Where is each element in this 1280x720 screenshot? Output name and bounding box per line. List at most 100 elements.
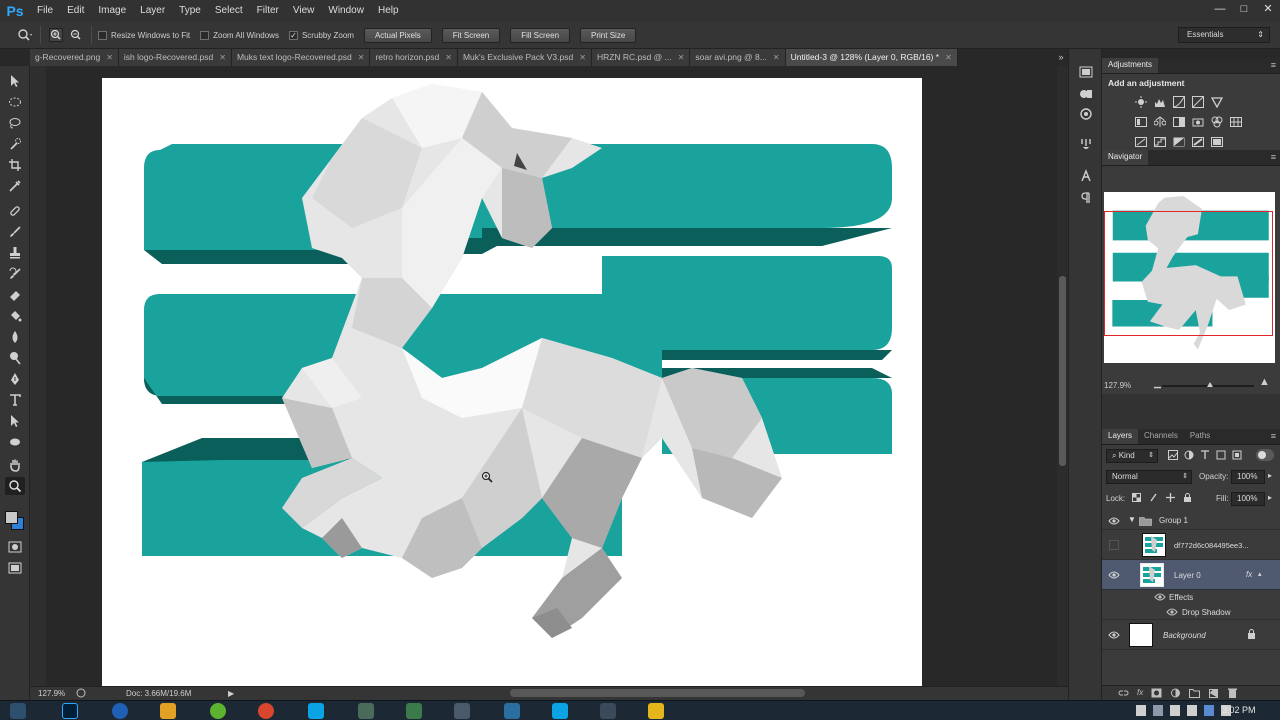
zoom-in-icon[interactable] <box>47 26 65 44</box>
path-selection-tool-icon[interactable] <box>5 412 25 430</box>
blend-mode-select[interactable]: Normal ⇕ <box>1106 470 1192 484</box>
blur-tool-icon[interactable] <box>5 328 25 346</box>
posterize-icon[interactable] <box>1151 135 1168 149</box>
display-icon[interactable] <box>1153 705 1163 716</box>
menu-select[interactable]: Select <box>208 0 250 22</box>
menu-layer[interactable]: Layer <box>133 0 172 22</box>
move-tool-icon[interactable] <box>5 72 25 90</box>
document-canvas[interactable] <box>102 78 922 686</box>
document-tab[interactable]: HRZN RC.psd @ ... ✕ <box>591 49 691 66</box>
layer-row-image[interactable]: df772d6c084495ee3... <box>1102 530 1280 560</box>
canvas-area[interactable] <box>30 66 1068 686</box>
app-taskbar-icon[interactable] <box>406 703 422 719</box>
eyedropper-tool-icon[interactable] <box>5 177 25 195</box>
slider-knob[interactable] <box>1207 382 1213 387</box>
zoom-tool-icon[interactable] <box>5 477 25 495</box>
navigator-zoom-value[interactable]: 127.9% <box>1104 381 1131 390</box>
photo-filter-icon[interactable] <box>1189 115 1206 129</box>
lock-transparent-icon[interactable] <box>1132 493 1141 502</box>
menu-view[interactable]: View <box>286 0 322 22</box>
lock-all-icon[interactable] <box>1183 493 1192 502</box>
zoom-in-small-icon[interactable]: ▲ <box>1259 376 1270 388</box>
document-tab[interactable]: Muk's Exclusive Pack V3.psd ✕ <box>457 49 592 66</box>
zoom-all-windows-checkbox[interactable]: Zoom All Windows <box>200 30 279 40</box>
filter-shape-icon[interactable] <box>1216 450 1226 460</box>
brush-presets-icon[interactable] <box>1076 135 1096 153</box>
close-icon[interactable]: ✕ <box>773 49 780 66</box>
layer-effect-drop-shadow-row[interactable]: Drop Shadow <box>1102 605 1280 620</box>
vertical-scrollbar[interactable] <box>1057 66 1068 686</box>
layer-effects-row[interactable]: Effects <box>1102 590 1280 605</box>
eye-icon[interactable] <box>1108 570 1120 580</box>
toggle-knob[interactable] <box>1258 451 1266 459</box>
lasso-tool-icon[interactable] <box>5 114 25 132</box>
link-layers-icon[interactable] <box>1118 688 1129 698</box>
document-tab[interactable]: retro horizon.psd ✕ <box>370 49 458 66</box>
new-group-icon[interactable] <box>1189 688 1201 698</box>
menu-type[interactable]: Type <box>172 0 208 22</box>
close-icon[interactable]: ✕ <box>579 49 586 66</box>
close-icon[interactable]: ✕ <box>358 49 365 66</box>
close-icon[interactable]: ✕ <box>678 49 685 66</box>
color-swatches[interactable] <box>4 510 26 532</box>
history-panel-icon[interactable] <box>1076 63 1096 81</box>
color-panel-icon[interactable] <box>1076 85 1096 103</box>
document-tab[interactable]: g-Recovered.png ✕ <box>30 49 119 66</box>
spotify-taskbar-icon[interactable] <box>210 703 226 719</box>
status-menu-arrow-icon[interactable]: ▶ <box>228 689 234 698</box>
tray-app-icon[interactable] <box>1204 705 1214 716</box>
hue-saturation-icon[interactable] <box>1132 115 1149 129</box>
tab-paths[interactable]: Paths <box>1184 429 1216 444</box>
zoom-out-small-icon[interactable]: ▁ <box>1154 378 1161 389</box>
tab-channels[interactable]: Channels <box>1138 429 1184 444</box>
eye-icon[interactable] <box>1108 516 1120 526</box>
panel-menu-icon[interactable]: ≡ <box>1271 152 1276 162</box>
menu-filter[interactable]: Filter <box>250 0 286 22</box>
hand-tool-icon[interactable] <box>5 456 25 474</box>
fill-input[interactable]: 100% <box>1231 492 1265 506</box>
volume-icon[interactable] <box>1187 705 1197 716</box>
document-tab[interactable]: soar avi.png @ 8... ✕ <box>690 49 786 66</box>
filter-adjustment-icon[interactable] <box>1184 450 1194 460</box>
threshold-icon[interactable] <box>1170 135 1187 149</box>
gradient-map-icon[interactable] <box>1189 135 1206 149</box>
channel-mixer-icon[interactable] <box>1208 115 1225 129</box>
info-icon[interactable] <box>76 688 86 700</box>
exposure-icon[interactable] <box>1189 95 1206 109</box>
taskbar-clock[interactable]: 3:02 PM <box>1222 705 1256 715</box>
invert-icon[interactable] <box>1132 135 1149 149</box>
menu-help[interactable]: Help <box>371 0 406 22</box>
chrome-taskbar-icon[interactable] <box>258 703 274 719</box>
lock-pixels-icon[interactable] <box>1149 493 1158 502</box>
add-mask-icon[interactable] <box>1151 688 1162 698</box>
opacity-arrow-icon[interactable]: ▸ <box>1268 471 1272 480</box>
document-tab[interactable]: Muks text logo-Recovered.psd ✕ <box>231 49 371 66</box>
restore-button[interactable]: □ <box>1232 0 1256 18</box>
history-brush-tool-icon[interactable] <box>5 265 25 283</box>
tab-navigator[interactable]: Navigator <box>1102 150 1149 165</box>
scrubby-zoom-checkbox[interactable]: ✓ Scrubby Zoom <box>288 30 354 40</box>
minimize-button[interactable]: — <box>1208 0 1232 18</box>
fill-screen-button[interactable]: Fill Screen <box>510 27 571 43</box>
foreground-color-swatch[interactable] <box>5 511 18 524</box>
zoom-out-icon[interactable] <box>67 26 85 44</box>
pen-tool-icon[interactable] <box>5 370 25 388</box>
ie-taskbar-icon[interactable] <box>112 703 128 719</box>
filter-pixel-icon[interactable] <box>1168 450 1178 460</box>
close-icon[interactable]: ✕ <box>219 49 226 66</box>
panel-menu-icon[interactable]: ≡ <box>1271 431 1276 441</box>
eye-icon[interactable] <box>1108 630 1120 640</box>
scrollbar-thumb[interactable] <box>1059 276 1066 466</box>
type-tool-icon[interactable] <box>5 391 25 409</box>
layer-row-background[interactable]: Background <box>1102 620 1280 650</box>
close-button[interactable]: ✕ <box>1256 0 1280 18</box>
close-icon[interactable]: ✕ <box>445 49 452 66</box>
character-panel-icon[interactable] <box>1076 167 1096 185</box>
marquee-tool-icon[interactable] <box>5 93 25 111</box>
app-taskbar-icon[interactable] <box>454 703 470 719</box>
checkbox-box[interactable] <box>98 30 107 40</box>
curves-icon[interactable] <box>1170 95 1187 109</box>
document-tab[interactable]: ish logo-Recovered.psd ✕ <box>118 49 232 66</box>
zoom-tool-preset-icon[interactable] <box>16 26 34 44</box>
actual-pixels-button[interactable]: Actual Pixels <box>363 27 432 43</box>
